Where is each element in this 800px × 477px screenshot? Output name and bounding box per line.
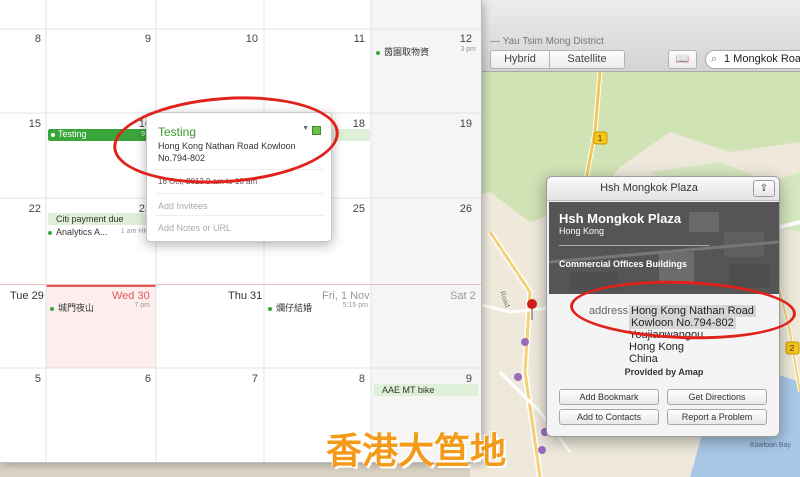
satellite-mode-button[interactable]: Satellite — [549, 50, 625, 69]
address-line[interactable]: Hong Kong — [629, 341, 684, 353]
place-name: Hsh Mongkok Plaza — [559, 211, 682, 226]
calendar-event[interactable]: Citi payment due — [48, 213, 148, 225]
day-number[interactable]: 8 — [35, 33, 41, 45]
day-number[interactable]: 5 — [35, 373, 41, 385]
share-button[interactable]: ⇪ — [753, 180, 775, 197]
place-popover-header: Hsh Mongkok Plaza ⇪ — [547, 177, 779, 201]
day-label[interactable]: Tue 29 — [10, 290, 44, 302]
day-label[interactable]: Thu 31 — [228, 290, 262, 302]
calendar-event[interactable]: 城門夜山 7 pm — [50, 301, 150, 314]
search-icon: ⌕ — [711, 53, 718, 65]
calendar-event[interactable]: 茵園取物資 3 pm — [376, 45, 476, 58]
photo-divider — [559, 245, 709, 246]
calendar-event[interactable]: Analytics A... 1 am HK — [48, 227, 148, 237]
calendar-window: 8 9 10 11 12 茵園取物資 3 pm 15 16 17 18 19 T… — [0, 0, 482, 463]
add-invitees-field[interactable]: Add Invitees — [158, 201, 208, 211]
day-number[interactable]: 19 — [460, 118, 472, 130]
day-number[interactable]: 6 — [145, 373, 151, 385]
road-number-badge: 2 — [790, 344, 795, 353]
day-number[interactable]: 10 — [246, 33, 258, 45]
day-number[interactable]: 26 — [460, 203, 472, 215]
day-number[interactable]: 22 — [29, 203, 41, 215]
place-popover-title: Hsh Mongkok Plaza — [600, 182, 698, 194]
address-line[interactable]: China — [629, 353, 658, 365]
day-number[interactable]: 12 — [460, 33, 472, 45]
bookmarks-button[interactable]: 📖 — [668, 50, 697, 69]
day-number[interactable]: 11 — [354, 33, 365, 45]
book-icon: 📖 — [675, 53, 690, 65]
provider-credit: Provided by Amap — [624, 367, 704, 377]
map-label-bay: Kowloon Bay — [750, 442, 791, 449]
map-window-title: — Yau Tsim Mong District — [490, 36, 604, 47]
map-search-field[interactable]: ⌕ 1 Mongkok Road, — [705, 50, 800, 69]
place-category: Commercial Offices Buildings — [559, 259, 688, 269]
divider — [155, 193, 325, 194]
hybrid-mode-button[interactable]: Hybrid — [490, 50, 550, 69]
calendar-event[interactable]: AAE MT bike — [374, 384, 478, 396]
place-city: Hong Kong — [559, 226, 605, 236]
day-number[interactable]: 25 — [353, 203, 365, 215]
day-label[interactable]: Sat 2 — [450, 290, 476, 302]
day-number[interactable]: 7 — [252, 373, 258, 385]
location-pin-icon[interactable] — [527, 299, 537, 309]
share-icon: ⇪ — [759, 183, 769, 194]
get-directions-button[interactable]: Get Directions — [667, 389, 767, 405]
watermark-text: 香港大笪地 — [326, 431, 507, 472]
day-number[interactable]: 8 — [359, 373, 365, 385]
add-bookmark-button[interactable]: Add Bookmark — [559, 389, 659, 405]
map-search-value: 1 Mongkok Road, — [724, 53, 800, 65]
report-problem-button[interactable]: Report a Problem — [667, 409, 767, 425]
divider — [155, 215, 325, 216]
add-to-contacts-button[interactable]: Add to Contacts — [559, 409, 659, 425]
day-number[interactable]: 9 — [145, 33, 151, 45]
add-notes-field[interactable]: Add Notes or URL — [158, 223, 231, 233]
day-number[interactable]: 15 — [29, 118, 41, 130]
map-toolbar: — Yau Tsim Mong District Hybrid Satellit… — [470, 0, 800, 72]
road-number-badge: 1 — [598, 134, 603, 143]
calendar-event[interactable]: 爛仔結婚 5:15 pm — [268, 301, 368, 314]
